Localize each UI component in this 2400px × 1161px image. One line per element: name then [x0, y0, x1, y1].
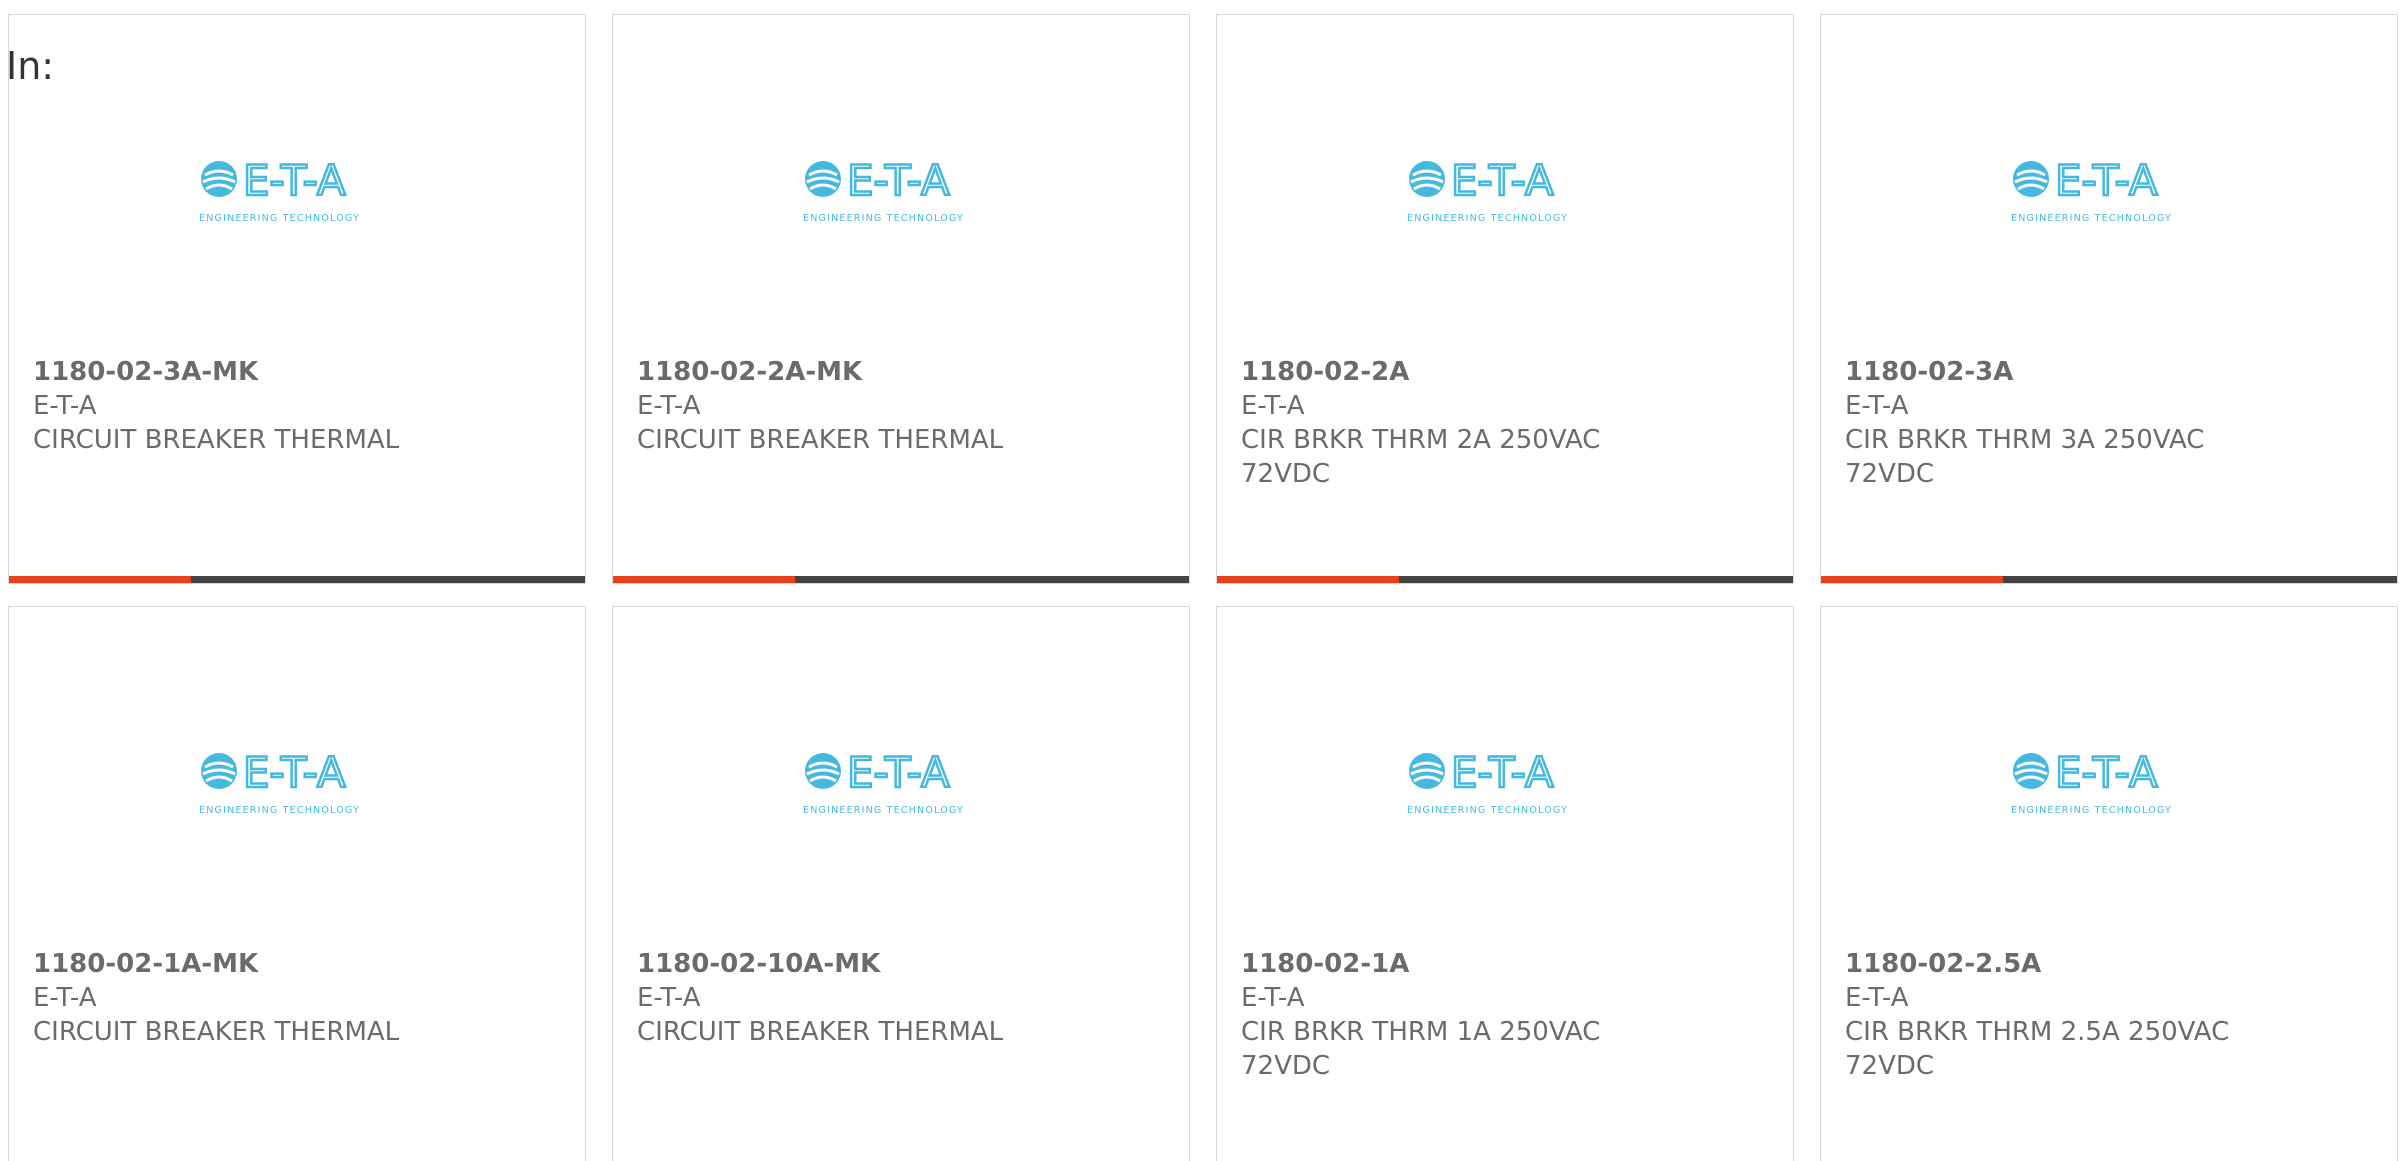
manufacturer: E-T-A: [1845, 983, 1909, 1013]
product-info: 1180-02-1A E-T-A CIR BRKR THRM 1A 250VAC…: [1241, 947, 1773, 1083]
svg-text:ENGINEERING TECHNOLOGY: ENGINEERING TECHNOLOGY: [803, 805, 964, 816]
product-info: 1180-02-3A-MK E-T-A CIRCUIT BREAKER THER…: [33, 355, 565, 457]
svg-text:E-T-A: E-T-A: [2055, 748, 2158, 797]
part-number[interactable]: 1180-02-1A: [1241, 947, 1773, 981]
svg-text:ENGINEERING TECHNOLOGY: ENGINEERING TECHNOLOGY: [1407, 213, 1568, 224]
svg-text:E-T-A: E-T-A: [1451, 156, 1554, 205]
manufacturer: E-T-A: [1241, 391, 1305, 421]
product-info: 1180-02-2A E-T-A CIR BRKR THRM 2A 250VAC…: [1241, 355, 1773, 491]
card-bottom-bar: [1217, 576, 1793, 583]
part-number[interactable]: 1180-02-2.5A: [1845, 947, 2377, 981]
product-card[interactable]: E-T-A ENGINEERING TECHNOLOGY 1180-02-3A …: [1820, 14, 2398, 584]
part-number[interactable]: 1180-02-2A-MK: [637, 355, 1169, 389]
eta-logo-icon: E-T-A ENGINEERING TECHNOLOGY: [1407, 155, 1568, 224]
card-bottom-bar: [9, 576, 585, 583]
product-description: CIRCUIT BREAKER THERMAL: [637, 1017, 1004, 1047]
manufacturer: E-T-A: [33, 983, 97, 1013]
product-card[interactable]: E-T-A ENGINEERING TECHNOLOGY 1180-02-1A-…: [8, 606, 586, 1161]
svg-text:ENGINEERING TECHNOLOGY: ENGINEERING TECHNOLOGY: [2011, 805, 2172, 816]
product-grid: E-T-A ENGINEERING TECHNOLOGY 1180-02-3A-…: [8, 14, 2398, 1161]
manufacturer: E-T-A: [637, 391, 701, 421]
part-number[interactable]: 1180-02-1A-MK: [33, 947, 565, 981]
svg-text:ENGINEERING TECHNOLOGY: ENGINEERING TECHNOLOGY: [1407, 805, 1568, 816]
product-description: CIR BRKR THRM 3A 250VAC 72VDC: [1845, 425, 2205, 489]
product-description: CIR BRKR THRM 2.5A 250VAC 72VDC: [1845, 1017, 2230, 1081]
product-description: CIRCUIT BREAKER THERMAL: [637, 425, 1004, 455]
product-info: 1180-02-1A-MK E-T-A CIRCUIT BREAKER THER…: [33, 947, 565, 1049]
manufacturer: E-T-A: [1241, 983, 1305, 1013]
product-card[interactable]: E-T-A ENGINEERING TECHNOLOGY 1180-02-2.5…: [1820, 606, 2398, 1161]
svg-text:E-T-A: E-T-A: [847, 156, 950, 205]
svg-text:E-T-A: E-T-A: [2055, 156, 2158, 205]
svg-text:ENGINEERING TECHNOLOGY: ENGINEERING TECHNOLOGY: [2011, 213, 2172, 224]
card-accent-bar: [1821, 576, 2003, 583]
filter-label: In:: [6, 44, 55, 88]
card-accent-bar: [9, 576, 191, 583]
product-card[interactable]: E-T-A ENGINEERING TECHNOLOGY 1180-02-3A-…: [8, 14, 586, 584]
eta-logo-icon: E-T-A ENGINEERING TECHNOLOGY: [199, 747, 360, 816]
product-card[interactable]: E-T-A ENGINEERING TECHNOLOGY 1180-02-2A …: [1216, 14, 1794, 584]
product-card[interactable]: E-T-A ENGINEERING TECHNOLOGY 1180-02-10A…: [612, 606, 1190, 1161]
product-description: CIR BRKR THRM 1A 250VAC 72VDC: [1241, 1017, 1601, 1081]
card-bottom-bar: [1821, 576, 2397, 583]
card-bottom-bar: [613, 576, 1189, 583]
card-accent-bar: [1217, 576, 1399, 583]
manufacturer: E-T-A: [33, 391, 97, 421]
product-card[interactable]: E-T-A ENGINEERING TECHNOLOGY 1180-02-2A-…: [612, 14, 1190, 584]
manufacturer: E-T-A: [637, 983, 701, 1013]
svg-text:ENGINEERING TECHNOLOGY: ENGINEERING TECHNOLOGY: [199, 805, 360, 816]
product-card[interactable]: E-T-A ENGINEERING TECHNOLOGY 1180-02-1A …: [1216, 606, 1794, 1161]
product-description: CIRCUIT BREAKER THERMAL: [33, 1017, 400, 1047]
part-number[interactable]: 1180-02-10A-MK: [637, 947, 1169, 981]
svg-text:E-T-A: E-T-A: [847, 748, 950, 797]
svg-text:ENGINEERING TECHNOLOGY: ENGINEERING TECHNOLOGY: [803, 213, 964, 224]
product-description: CIR BRKR THRM 2A 250VAC 72VDC: [1241, 425, 1601, 489]
product-info: 1180-02-3A E-T-A CIR BRKR THRM 3A 250VAC…: [1845, 355, 2377, 491]
eta-logo-icon: E-T-A ENGINEERING TECHNOLOGY: [1407, 747, 1568, 816]
svg-text:E-T-A: E-T-A: [243, 156, 346, 205]
product-results-page: In: E-T-A ENGINEERING TECHNOLOGY 1180-02…: [0, 0, 2400, 1161]
product-info: 1180-02-10A-MK E-T-A CIRCUIT BREAKER THE…: [637, 947, 1169, 1049]
card-accent-bar: [613, 576, 795, 583]
product-info: 1180-02-2A-MK E-T-A CIRCUIT BREAKER THER…: [637, 355, 1169, 457]
part-number[interactable]: 1180-02-3A-MK: [33, 355, 565, 389]
part-number[interactable]: 1180-02-3A: [1845, 355, 2377, 389]
manufacturer: E-T-A: [1845, 391, 1909, 421]
eta-logo-icon: E-T-A ENGINEERING TECHNOLOGY: [803, 155, 964, 224]
svg-text:ENGINEERING TECHNOLOGY: ENGINEERING TECHNOLOGY: [199, 213, 360, 224]
product-info: 1180-02-2.5A E-T-A CIR BRKR THRM 2.5A 25…: [1845, 947, 2377, 1083]
part-number[interactable]: 1180-02-2A: [1241, 355, 1773, 389]
eta-logo-icon: E-T-A ENGINEERING TECHNOLOGY: [199, 155, 360, 224]
svg-text:E-T-A: E-T-A: [243, 748, 346, 797]
eta-logo-icon: E-T-A ENGINEERING TECHNOLOGY: [2011, 155, 2172, 224]
eta-logo-icon: E-T-A ENGINEERING TECHNOLOGY: [803, 747, 964, 816]
product-description: CIRCUIT BREAKER THERMAL: [33, 425, 400, 455]
svg-text:E-T-A: E-T-A: [1451, 748, 1554, 797]
eta-logo-icon: E-T-A ENGINEERING TECHNOLOGY: [2011, 747, 2172, 816]
